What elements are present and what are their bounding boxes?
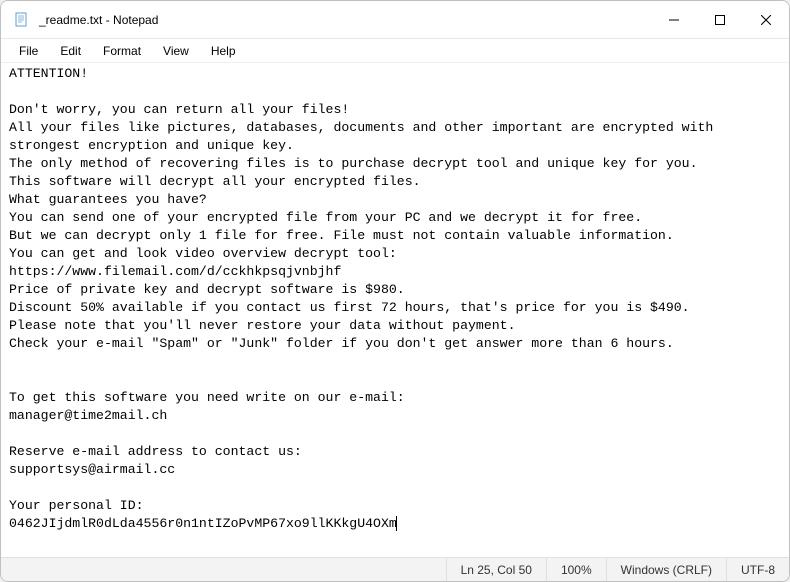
menu-edit[interactable]: Edit [50,42,91,60]
close-button[interactable] [743,1,789,39]
menu-view[interactable]: View [153,42,199,60]
titlebar[interactable]: _readme.txt - Notepad [1,1,789,39]
notepad-window: _readme.txt - Notepad File Edit Format V… [0,0,790,582]
text-editor-area[interactable]: ATTENTION! Don't worry, you can return a… [1,63,789,557]
window-title: _readme.txt - Notepad [39,13,651,27]
window-controls [651,1,789,38]
menubar: File Edit Format View Help [1,39,789,63]
notepad-icon [13,11,31,29]
status-position: Ln 25, Col 50 [446,558,546,581]
menu-help[interactable]: Help [201,42,246,60]
menu-format[interactable]: Format [93,42,151,60]
status-zoom: 100% [546,558,606,581]
menu-file[interactable]: File [9,42,48,60]
status-encoding: UTF-8 [726,558,789,581]
maximize-button[interactable] [697,1,743,39]
status-line-endings: Windows (CRLF) [606,558,726,581]
statusbar: Ln 25, Col 50 100% Windows (CRLF) UTF-8 [1,557,789,581]
text-caret [396,516,397,531]
minimize-button[interactable] [651,1,697,39]
